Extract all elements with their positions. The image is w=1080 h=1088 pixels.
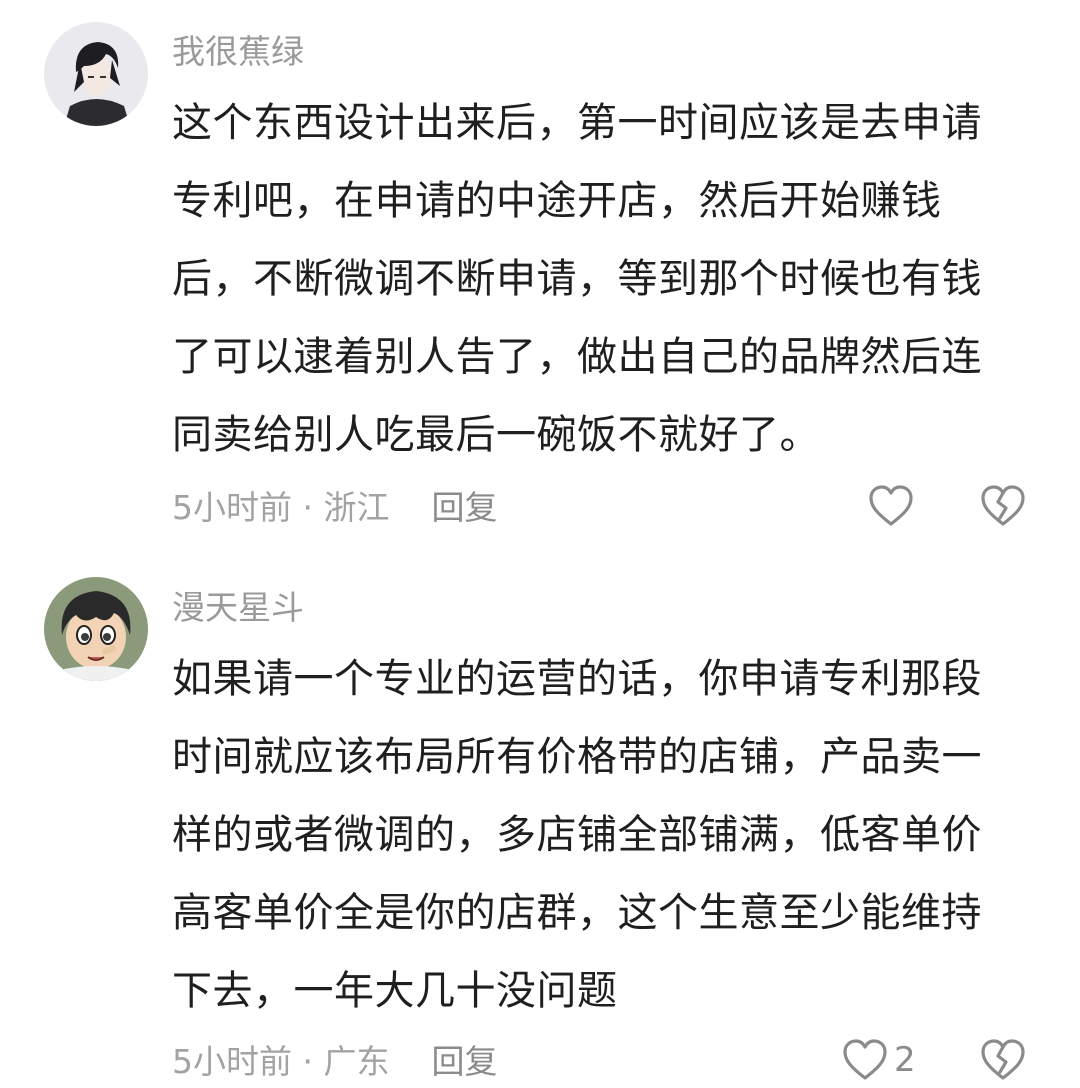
broken-heart-icon [981,485,1025,526]
meta-separator: · [292,488,324,527]
comment-line: 专利吧，在申请的中途开店，然后开始赚钱 [172,178,942,224]
avatar[interactable] [44,577,148,681]
like-count: 2 [894,1040,916,1080]
avatar[interactable] [44,22,148,126]
avatar-anime-dark-hair-icon [44,22,148,126]
comment-location: 浙江 [323,488,390,527]
comment-meta: 5小时前 · 广东 回复 [172,1042,497,1082]
comment-line: 这个东西设计出来后，第一时间应该是去申请 [172,100,982,146]
comment-line: 时间就应该布局所有价格带的店铺，产品卖一 [172,734,982,780]
avatar-anime-boy-icon [44,577,148,681]
comment-line: 高客单价全是你的店群，这个生意至少能维持 [172,890,982,936]
like-button[interactable] [868,484,920,528]
comment-time: 5小时前 [172,488,292,527]
comment-line: 如果请一个专业的运营的话，你申请专利那段 [172,656,982,702]
heart-outline-icon [869,485,913,526]
comment-line: 了可以逮着别人告了，做出自己的品牌然后连 [172,334,982,380]
comment-line: 同卖给别人吃最后一碗饭不就好了。 [172,412,820,458]
comment-line: 后，不断微调不断申请，等到那个时候也有钱 [172,256,982,302]
reply-button[interactable]: 回复 [431,488,497,527]
meta-separator: · [292,1042,324,1081]
comment-body: 如果请一个专业的运营的话，你申请专利那段 时间就应该布局所有价格带的店铺，产品卖… [172,640,1022,1030]
like-button[interactable]: 2 [842,1038,916,1082]
comment-body: 这个东西设计出来后，第一时间应该是去申请 专利吧，在申请的中途开店，然后开始赚钱… [172,84,1022,474]
comment-meta: 5小时前 · 浙江 回复 [172,488,497,528]
dislike-button[interactable] [980,484,1026,532]
broken-heart-icon [981,1039,1025,1080]
comment-line: 样的或者微调的，多店铺全部铺满，低客单价 [172,812,982,858]
comment-location: 广东 [323,1042,390,1081]
username[interactable]: 我很蕉绿 [172,32,304,72]
comment-line: 下去，一年大几十没问题 [172,968,618,1014]
dislike-button[interactable] [980,1038,1026,1086]
username[interactable]: 漫天星斗 [172,588,304,628]
reply-button[interactable]: 回复 [431,1042,497,1081]
comment-time: 5小时前 [172,1042,292,1081]
heart-outline-icon [843,1039,887,1080]
